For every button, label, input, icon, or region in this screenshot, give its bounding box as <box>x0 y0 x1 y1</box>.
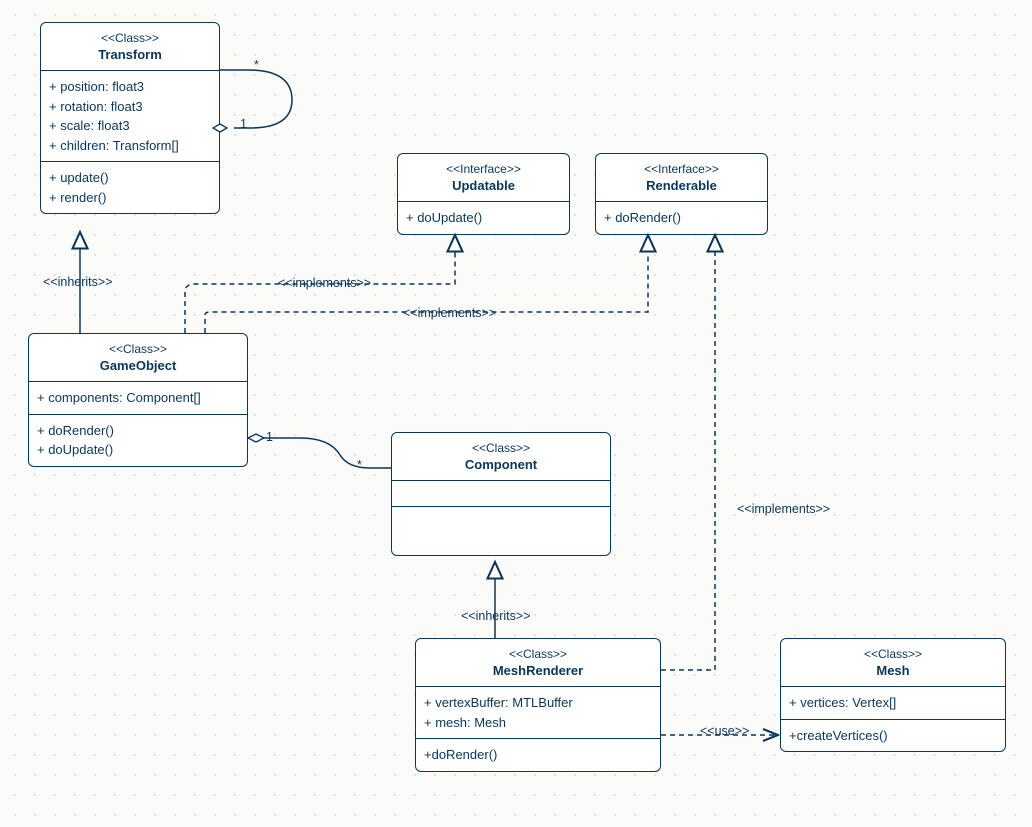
class-name: MeshRenderer <box>422 663 654 678</box>
class-header: <<Class>> GameObject <box>29 334 247 382</box>
class-component[interactable]: <<Class>> Component <box>391 432 611 556</box>
stereotype: <<Interface>> <box>404 162 563 176</box>
operations: +doRender() <box>416 739 660 771</box>
operations: + doUpdate() <box>398 202 569 234</box>
attr: + mesh: Mesh <box>424 713 652 733</box>
class-header: <<Class>> Mesh <box>781 639 1005 687</box>
class-header: <<Class>> Component <box>392 433 610 481</box>
class-name: Updatable <box>404 178 563 193</box>
interface-renderable[interactable]: <<Interface>> Renderable + doRender() <box>595 153 768 235</box>
attr: + position: float3 <box>49 77 211 97</box>
op: + doUpdate() <box>37 440 239 460</box>
attr: + vertexBuffer: MTLBuffer <box>424 693 652 713</box>
attr: + scale: float3 <box>49 116 211 136</box>
class-name: Component <box>398 457 604 472</box>
attr: + children: Transform[] <box>49 136 211 156</box>
interface-updatable[interactable]: <<Interface>> Updatable + doUpdate() <box>397 153 570 235</box>
class-name: Transform <box>47 47 213 62</box>
operations: + doRender() <box>596 202 767 234</box>
attributes: + vertexBuffer: MTLBuffer + mesh: Mesh <box>416 687 660 739</box>
label-inherits: <<inherits>> <box>461 609 531 623</box>
cardinality: 1 <box>266 430 273 444</box>
class-header: <<Interface>> Updatable <box>398 154 569 202</box>
attr: + vertices: Vertex[] <box>789 693 997 713</box>
class-transform[interactable]: <<Class>> Transform + position: float3 +… <box>40 22 220 214</box>
class-meshrenderer[interactable]: <<Class>> MeshRenderer + vertexBuffer: M… <box>415 638 661 772</box>
class-name: GameObject <box>35 358 241 373</box>
operations <box>392 507 610 555</box>
op: + doUpdate() <box>406 208 561 228</box>
label-inherits: <<inherits>> <box>43 275 113 289</box>
op: + doRender() <box>37 421 239 441</box>
label-implements: <<implements>> <box>278 276 371 290</box>
op: +createVertices() <box>789 726 997 746</box>
attributes <box>392 481 610 507</box>
label-implements: <<implements>> <box>403 306 496 320</box>
attributes: + vertices: Vertex[] <box>781 687 1005 720</box>
op: + doRender() <box>604 208 759 228</box>
stereotype: <<Interface>> <box>602 162 761 176</box>
cardinality: 1 <box>240 117 247 131</box>
class-name: Mesh <box>787 663 999 678</box>
operations: + update() + render() <box>41 162 219 213</box>
label-implements: <<implements>> <box>737 502 830 516</box>
attr: + components: Component[] <box>37 388 239 408</box>
stereotype: <<Class>> <box>398 441 604 455</box>
op: + render() <box>49 188 211 208</box>
class-header: <<Class>> Transform <box>41 23 219 71</box>
stereotype: <<Class>> <box>787 647 999 661</box>
class-header: <<Interface>> Renderable <box>596 154 767 202</box>
op: + update() <box>49 168 211 188</box>
operations: + doRender() + doUpdate() <box>29 415 247 466</box>
cardinality: * <box>254 58 259 72</box>
operations: +createVertices() <box>781 720 1005 752</box>
stereotype: <<Class>> <box>422 647 654 661</box>
op: +doRender() <box>424 745 652 765</box>
class-gameobject[interactable]: <<Class>> GameObject + components: Compo… <box>28 333 248 467</box>
stereotype: <<Class>> <box>47 31 213 45</box>
stereotype: <<Class>> <box>35 342 241 356</box>
attributes: + position: float3 + rotation: float3 + … <box>41 71 219 162</box>
class-name: Renderable <box>602 178 761 193</box>
attributes: + components: Component[] <box>29 382 247 415</box>
label-use: <<use>> <box>700 724 749 738</box>
class-mesh[interactable]: <<Class>> Mesh + vertices: Vertex[] +cre… <box>780 638 1006 752</box>
attr: + rotation: float3 <box>49 97 211 117</box>
cardinality: * <box>357 458 362 472</box>
class-header: <<Class>> MeshRenderer <box>416 639 660 687</box>
